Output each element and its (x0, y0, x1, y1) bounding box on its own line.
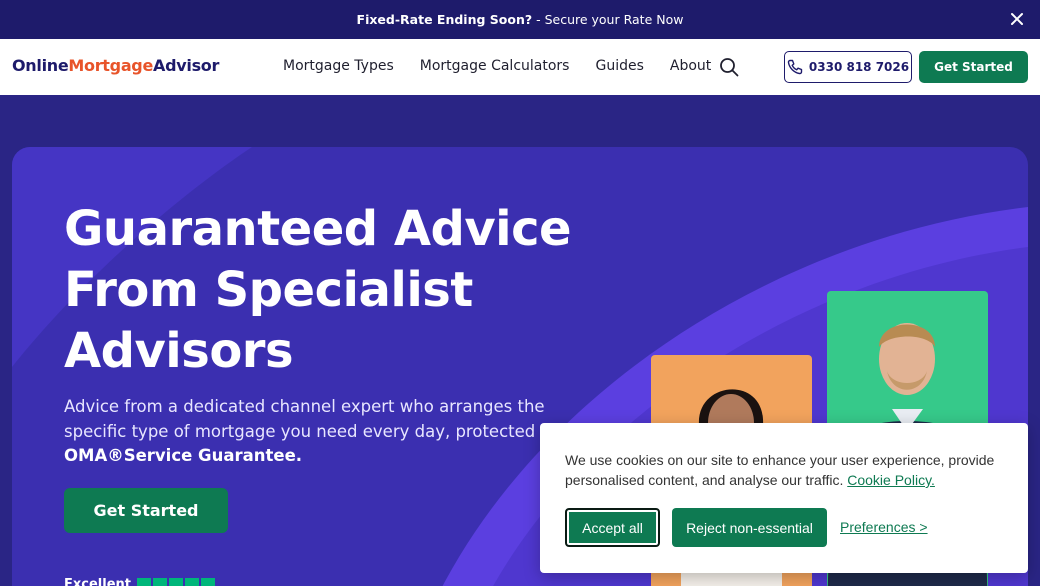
rating-label: Excellent (64, 577, 131, 586)
cookie-preferences-link[interactable]: Preferences > (840, 519, 928, 535)
header-get-started-button[interactable]: Get Started (919, 51, 1028, 83)
hero-get-started-button[interactable]: Get Started (64, 488, 228, 533)
reject-non-essential-button[interactable]: Reject non-essential (672, 508, 827, 547)
phone-button[interactable]: 0330 818 7026 (784, 51, 912, 83)
phone-icon (787, 59, 803, 75)
main-nav: Mortgage Types Mortgage Calculators Guid… (283, 58, 737, 74)
cookie-text-container: We use cookies on our site to enhance yo… (565, 450, 1005, 490)
phone-number: 0330 818 7026 (808, 60, 910, 74)
search-icon[interactable] (719, 57, 739, 77)
cookie-policy-link[interactable]: Cookie Policy. (847, 472, 935, 488)
accept-all-button[interactable]: Accept all (565, 508, 660, 547)
trustpilot-rating[interactable]: Excellent (64, 577, 215, 586)
cookie-consent-banner: We use cookies on our site to enhance yo… (540, 423, 1028, 573)
nav-item-mortgage-types[interactable]: Mortgage Types (283, 58, 394, 74)
nav-item-mortgage-calculators[interactable]: Mortgage Calculators (420, 58, 570, 74)
promo-banner[interactable]: Fixed-Rate Ending Soon? - Secure your Ra… (0, 0, 1040, 39)
nav-item-about[interactable]: About (670, 58, 711, 74)
hero-title: Guaranteed Advice From Specialist Adviso… (64, 201, 572, 379)
hero-subtitle-text: Advice from a dedicated channel expert w… (64, 397, 561, 441)
site-logo[interactable]: OnlineMortgageAdvisor (12, 56, 219, 75)
logo-part-online: Online (12, 56, 69, 75)
logo-part-advisor: Advisor (153, 56, 220, 75)
site-header: OnlineMortgageAdvisor Mortgage Types Mor… (0, 39, 1040, 95)
promo-banner-bold: Fixed-Rate Ending Soon? (356, 12, 533, 27)
hero-subtitle-bold: OMA®Service Guarantee. (64, 446, 303, 465)
logo-part-mortgage: Mortgage (68, 56, 154, 75)
hero-subtitle: Advice from a dedicated channel expert w… (64, 395, 564, 469)
nav-item-guides[interactable]: Guides (595, 58, 643, 74)
promo-banner-text: - Secure your Rate Now (532, 12, 684, 27)
close-icon[interactable] (1008, 10, 1026, 28)
rating-stars (137, 577, 215, 586)
